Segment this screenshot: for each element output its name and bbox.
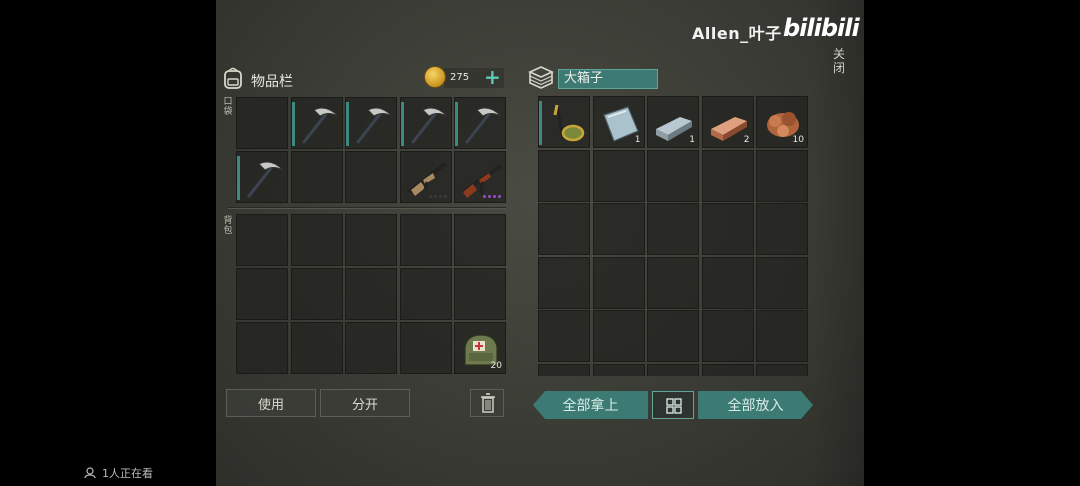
empty-slot[interactable] [399,322,452,374]
empty-slot[interactable] [290,268,343,320]
empty-slot[interactable] [592,203,645,255]
empty-slot[interactable] [756,203,808,255]
chest-title: 大箱子 [558,69,658,89]
empty-slot[interactable] [538,203,590,255]
empty-slot[interactable] [290,214,343,266]
item-quantity: 10 [792,135,804,145]
split-button[interactable]: 分开 [320,389,410,417]
empty-slot[interactable] [454,268,506,320]
trash-button[interactable] [470,389,504,417]
uploader-watermark: Allen_叶子 [692,24,782,43]
empty-slot[interactable] [345,322,397,374]
item-slot[interactable]: 10 [756,96,808,148]
empty-slot[interactable] [345,268,397,320]
put-all-button[interactable]: 全部放入 [698,391,813,419]
item-slot[interactable] [290,97,343,149]
pickaxe-icon [464,107,502,145]
item-slot[interactable]: 1 [592,96,645,148]
empty-slot[interactable] [236,214,288,266]
pickaxe-icon [410,107,447,145]
viewer-count: 1人正在看 [84,465,153,481]
item-slot[interactable] [538,96,590,148]
empty-slot[interactable] [756,310,808,362]
item-slot[interactable] [345,97,397,149]
empty-slot[interactable] [399,214,452,266]
pocket-label: 口袋 [223,97,233,117]
pickaxe-icon [355,107,393,145]
chest-icon [528,66,554,89]
empty-slot[interactable] [290,151,343,203]
empty-slot[interactable] [701,310,754,362]
empty-slot[interactable] [592,256,645,309]
item-quantity: 2 [743,135,750,145]
empty-slot[interactable] [701,256,754,309]
empty-slot[interactable] [701,203,754,255]
inventory-header: 物品栏 275 + [222,65,506,92]
empty-slot[interactable] [647,256,699,309]
inventory-title: 物品栏 [251,74,293,90]
item-slot[interactable] [399,97,452,149]
bilibili-logo: bilibili [783,14,860,42]
empty-slot[interactable] [236,268,288,320]
item-slot[interactable] [399,151,452,203]
item-quantity: 1 [634,135,641,145]
empty-slot[interactable] [592,310,645,362]
empty-slot[interactable] [756,256,808,309]
chest-grid: 1 1 2 10 [538,96,810,376]
item-slot[interactable]: 2 [701,96,754,148]
pickaxe-icon [301,107,338,145]
use-button[interactable]: 使用 [226,389,316,417]
empty-slot[interactable] [647,310,699,362]
add-coins-button[interactable]: + [484,65,501,89]
item-quantity: 20 [490,361,502,371]
sort-button[interactable] [652,391,694,419]
item-slot[interactable] [236,151,288,203]
empty-slot[interactable] [345,151,397,203]
empty-slot[interactable] [538,149,590,202]
empty-slot[interactable] [647,203,699,255]
empty-slot[interactable] [647,149,699,202]
item-slot[interactable]: 1 [647,96,699,148]
metal-detector-icon [553,104,585,142]
take-all-button[interactable]: 全部拿上 [533,391,648,419]
rifle-icon [407,162,446,196]
item-slot[interactable]: 20 [454,322,506,374]
empty-slot[interactable] [538,310,590,362]
empty-slot[interactable] [592,149,645,202]
coin-count: 275 [450,72,470,83]
empty-slot[interactable] [236,322,288,374]
empty-slot[interactable] [538,256,590,309]
backpack-label: 背包 [223,216,233,236]
empty-slot[interactable] [454,214,506,266]
rarity-dots [428,195,447,198]
empty-slot[interactable] [236,97,288,149]
rarity-dots [483,195,501,198]
item-quantity: 1 [689,135,695,145]
ak-rifle-icon [461,164,503,198]
empty-slot[interactable] [345,214,397,266]
backpack-icon [224,67,242,89]
empty-slot[interactable] [290,322,343,374]
trash-icon [481,393,495,413]
empty-slot[interactable] [701,149,754,202]
empty-slot[interactable] [756,149,808,202]
pickaxe-icon [246,161,284,199]
empty-slot[interactable] [399,268,452,320]
close-button[interactable]: 关闭 [831,47,847,75]
empty-slot[interactable] [592,363,645,376]
item-slot[interactable] [454,97,506,149]
coin-icon [424,66,446,88]
viewer-count-label: 1人正在看 [102,467,153,480]
grid-icon [666,398,682,414]
empty-slot[interactable] [538,363,590,376]
item-slot[interactable] [454,151,506,203]
empty-slot[interactable] [647,363,699,376]
viewer-icon [84,467,96,479]
section-divider [228,207,506,209]
empty-slot[interactable] [701,363,754,376]
empty-slot[interactable] [756,363,808,376]
